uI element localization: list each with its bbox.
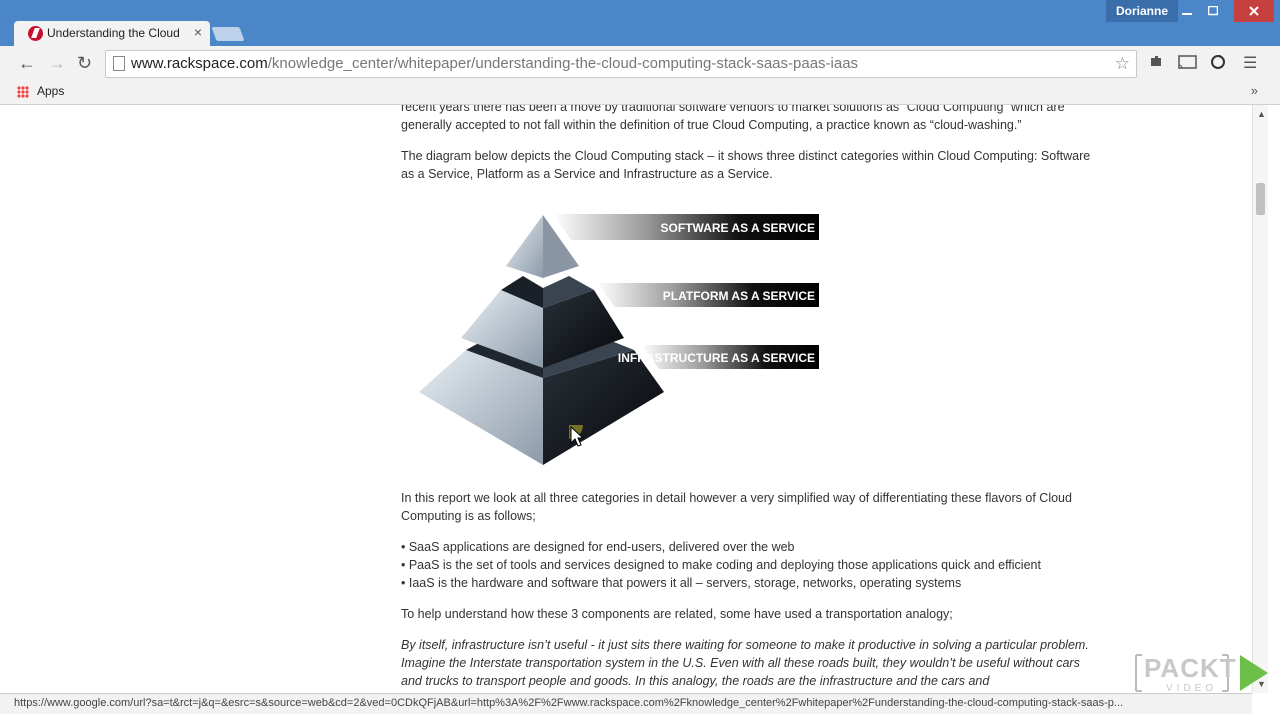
extension-puzzle-icon[interactable] [1148, 54, 1164, 75]
bullet-paas: • PaaS is the set of tools and services … [401, 558, 1041, 572]
sync-icon[interactable] [1210, 54, 1226, 75]
browser-tab[interactable]: Understanding the Cloud × [14, 21, 210, 46]
tab-close-icon[interactable]: × [194, 24, 202, 40]
saas-tier-left [506, 215, 543, 278]
scrollbar-thumb[interactable] [1256, 183, 1265, 215]
intro-paragraph: recent years there has been a move by tr… [401, 105, 1065, 132]
url-text[interactable]: www.rackspace.com/knowledge_center/white… [131, 55, 858, 72]
mouse-cursor-icon [555, 411, 589, 449]
diagram-intro-paragraph: The diagram below depicts the Cloud Comp… [401, 149, 1091, 181]
back-arrow-icon[interactable]: ← [18, 53, 36, 74]
forward-arrow-icon[interactable]: → [48, 53, 66, 74]
browser-toolbar: ← → ↻ www.rackspace.com/knowledge_center… [0, 46, 1280, 80]
cast-icon[interactable] [1178, 54, 1198, 75]
cloud-stack-diagram: SOFTWARE AS A SERVICE PLATFORM AS A SERV… [419, 210, 821, 468]
status-url: https://www.google.com/url?sa=t&rct=j&q=… [14, 697, 1124, 709]
address-bar[interactable]: www.rackspace.com/knowledge_center/white… [105, 50, 1137, 78]
more-bookmarks-icon[interactable]: » [1251, 83, 1258, 98]
apps-grid-icon[interactable] [17, 86, 29, 98]
packt-brand: PACKT [1144, 653, 1237, 683]
title-bar: Understanding the Cloud × Dorianne [0, 0, 1280, 46]
analogy-quote-paragraph: By itself, infrastructure isn’t useful -… [401, 638, 1089, 688]
page-content: recent years there has been a move by tr… [0, 105, 1252, 693]
packt-sub: VIDEO [1166, 683, 1218, 694]
profile-user-name[interactable]: Dorianne [1106, 0, 1178, 22]
bullet-saas: • SaaS applications are designed for end… [401, 540, 795, 554]
right-edge [1268, 105, 1280, 693]
pyramid-svg: SOFTWARE AS A SERVICE PLATFORM AS A SERV… [419, 214, 819, 465]
vertical-scrollbar[interactable]: ▲ ▼ [1252, 105, 1269, 693]
url-path: /knowledge_center/whitepaper/understandi… [267, 55, 859, 72]
iaas-label: INFRASTRUCTURE AS A SERVICE [618, 351, 815, 365]
url-host: www.rackspace.com [131, 55, 268, 72]
bullet-iaas: • IaaS is the hardware and software that… [401, 576, 962, 590]
scroll-up-arrow-icon[interactable]: ▲ [1257, 109, 1266, 119]
bookmark-star-icon[interactable]: ☆ [1115, 54, 1130, 74]
new-tab-button[interactable] [211, 27, 245, 41]
chrome-menu-icon[interactable]: ☰ [1243, 53, 1257, 73]
maximize-icon[interactable] [1200, 0, 1226, 22]
rackspace-favicon-icon [28, 26, 43, 41]
categories-paragraph: In this report we look at all three cate… [401, 491, 1072, 523]
packt-video-watermark: PACKT VIDEO [1132, 651, 1272, 699]
close-icon[interactable] [1234, 0, 1274, 22]
minimize-icon[interactable] [1174, 0, 1200, 22]
apps-bookmark[interactable]: Apps [37, 84, 64, 98]
paas-label: PLATFORM AS A SERVICE [663, 289, 815, 303]
reload-icon[interactable]: ↻ [77, 53, 92, 74]
analogy-intro-paragraph: To help understand how these 3 component… [401, 607, 953, 621]
status-bar: https://www.google.com/url?sa=t&rct=j&q=… [0, 693, 1252, 714]
page-icon [113, 56, 125, 71]
bookmarks-bar: Apps » [0, 80, 1280, 105]
saas-label: SOFTWARE AS A SERVICE [661, 221, 815, 235]
tab-title: Understanding the Cloud [47, 26, 180, 40]
